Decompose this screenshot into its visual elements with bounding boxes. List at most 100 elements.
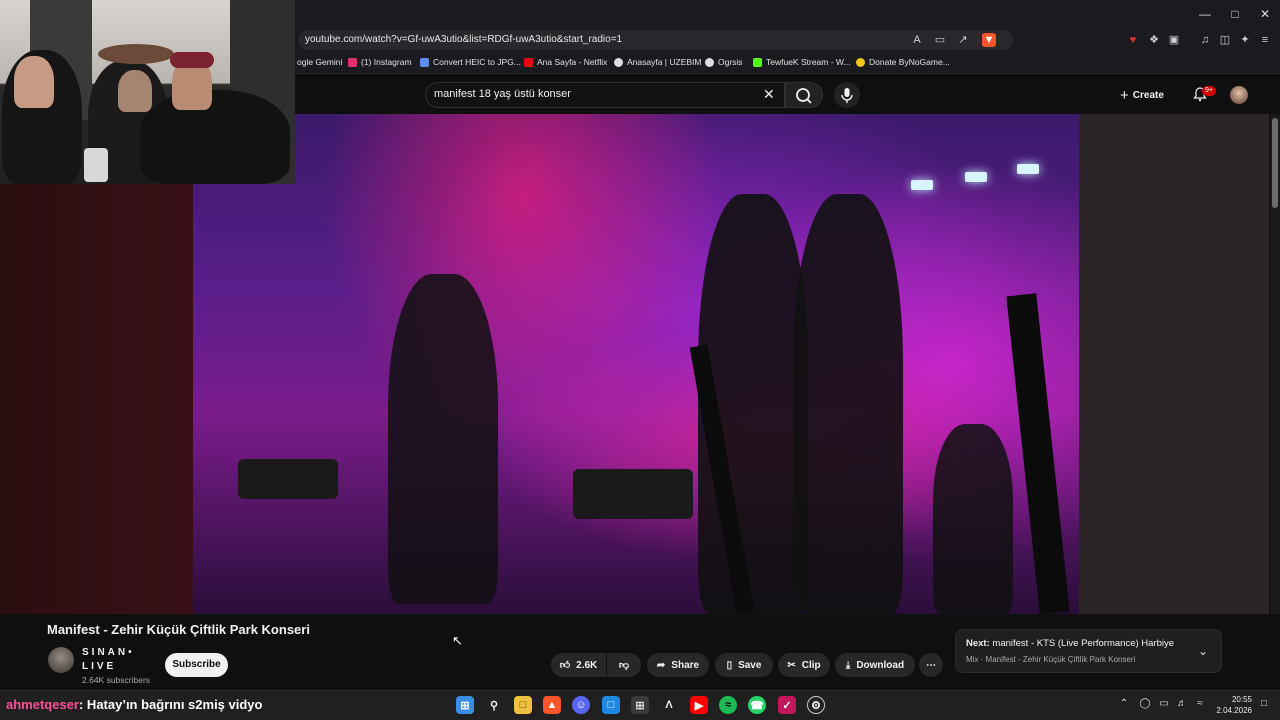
screenshot-icon[interactable]: ▣ xyxy=(1167,33,1181,47)
channel-name[interactable]: SINAN• LIVE xyxy=(82,646,142,674)
bookmark-item[interactable]: TewfueK Stream - W... xyxy=(753,57,851,67)
like-count: 2.6K xyxy=(576,659,598,671)
search-query[interactable]: manifest 18 yaş üstü konser xyxy=(434,88,571,100)
up-next-card[interactable] xyxy=(955,629,1222,673)
share-button[interactable]: ➦ Share xyxy=(647,653,709,677)
cast-icon[interactable]: ▭ xyxy=(933,33,947,47)
mug xyxy=(84,148,108,182)
bookmark-item[interactable]: Anasayfa | UZEBIM xyxy=(614,57,701,67)
kick-icon xyxy=(753,57,762,67)
chat-username: ahmetqeser xyxy=(6,697,79,712)
clear-search-icon[interactable]: ✕ xyxy=(763,86,775,103)
photographer-figure xyxy=(933,424,1013,614)
calculator-icon[interactable]: ⊞ xyxy=(631,696,649,714)
dislike-button[interactable]: 👎︎ xyxy=(607,653,641,677)
brave-browser-icon[interactable]: ▲ xyxy=(543,696,561,714)
thumbs-down-icon: 👎︎ xyxy=(618,660,630,671)
windows-start-icon[interactable]: ⊞ xyxy=(456,696,474,714)
video-backdrop-left xyxy=(0,184,193,614)
close-icon[interactable]: ✕ xyxy=(1250,4,1280,24)
ogrsis-icon xyxy=(705,57,714,67)
system-clock[interactable]: 20:55 2.04.2026 xyxy=(1212,694,1252,716)
stage-structure xyxy=(1006,293,1070,614)
up-next-prefix: Next: xyxy=(966,638,990,649)
ai-icon[interactable]: ✦ xyxy=(1238,33,1252,47)
cap xyxy=(170,52,214,68)
clock-date: 2.04.2026 xyxy=(1216,706,1252,715)
bookmark-item[interactable]: Ogrsis xyxy=(705,57,743,67)
webcam-face xyxy=(14,56,54,108)
app-icon[interactable]: ✓ xyxy=(778,696,796,714)
thumbs-up-icon: 👍︎ xyxy=(559,660,571,671)
webcam-person xyxy=(140,90,290,184)
clip-button[interactable]: ✂︎ Clip xyxy=(778,653,830,677)
youtube-icon[interactable]: ▶ xyxy=(690,696,708,714)
up-next-title[interactable]: Next: manifest - KTS (Live Performance) … xyxy=(966,638,1174,649)
brave-shield-icon[interactable]: ▼ xyxy=(982,33,996,47)
voice-search-button[interactable] xyxy=(834,82,860,108)
share-label: Share xyxy=(671,659,700,671)
like-button[interactable]: 👍︎ 2.6K xyxy=(551,653,606,677)
video-backdrop-right xyxy=(1079,114,1269,614)
whatsapp-icon[interactable]: ☎ xyxy=(748,696,766,714)
url-text[interactable]: youtube.com/watch?v=Gf-uwA3utio&list=RDG… xyxy=(305,34,622,45)
app-icon[interactable]: Λ xyxy=(660,696,678,714)
bookmark-item[interactable]: (1) Instagram xyxy=(348,57,412,67)
scissors-icon: ✂︎ xyxy=(787,659,796,671)
uzebim-icon xyxy=(614,57,623,67)
music-icon[interactable]: ♫ xyxy=(1198,33,1212,47)
taskbar-search-icon[interactable]: ⚲ xyxy=(485,696,503,714)
share-page-icon[interactable]: ↗ xyxy=(956,33,970,47)
microphone-icon[interactable]: ◯ xyxy=(1139,698,1151,710)
stage-light xyxy=(965,172,987,182)
chevron-down-icon[interactable]: ⌄ xyxy=(1198,644,1208,658)
bookmark-item[interactable]: Ana Sayfa - Netflix xyxy=(524,57,607,67)
scrollbar-thumb[interactable] xyxy=(1272,118,1278,208)
display-icon[interactable]: ▭ xyxy=(1158,698,1170,710)
file-explorer-icon[interactable]: □ xyxy=(514,696,532,714)
cowboy-hat xyxy=(98,44,174,64)
steam-icon[interactable]: ⚙ xyxy=(807,696,825,714)
download-button[interactable]: ⤓ Download xyxy=(835,653,915,677)
save-label: Save xyxy=(738,659,762,671)
bookmark-item[interactable]: ogle Gemini xyxy=(297,57,342,67)
channel-avatar[interactable] xyxy=(48,647,74,673)
subscriber-count: 2.64K subscribers xyxy=(82,675,151,685)
save-button[interactable]: ▯ Save xyxy=(715,653,773,677)
extension-icon[interactable]: ♥ xyxy=(1126,33,1140,47)
bookmark-icon: ▯ xyxy=(726,659,733,671)
download-label: Download xyxy=(856,659,905,671)
clip-label: Clip xyxy=(801,659,821,671)
instagram-icon xyxy=(348,57,357,67)
network-icon[interactable]: ≈ xyxy=(1194,698,1206,710)
bookmark-item[interactable]: Convert HEIC to JPG... xyxy=(420,57,521,67)
app-icon[interactable]: □ xyxy=(602,696,620,714)
puzzle-icon[interactable]: ❖ xyxy=(1147,33,1161,47)
stage-light xyxy=(1017,164,1039,174)
streamer-webcam xyxy=(0,0,295,184)
video-player[interactable] xyxy=(193,114,1079,614)
search-button[interactable] xyxy=(785,82,823,108)
volume-icon[interactable]: ♬ xyxy=(1176,698,1188,710)
camera-rig xyxy=(573,469,693,519)
video-title: Manifest - Zehir Küçük Çiftlik Park Kons… xyxy=(47,622,310,637)
more-icon: ⋯ xyxy=(926,659,936,671)
subscribe-button[interactable]: Subscribe xyxy=(165,653,228,677)
notification-center-icon[interactable]: □ xyxy=(1258,698,1270,710)
more-actions-button[interactable]: ⋯ xyxy=(919,653,943,677)
bookmark-item[interactable]: Donate ByNoGame... xyxy=(856,57,950,67)
create-button[interactable]: + Create xyxy=(1120,84,1164,106)
account-avatar[interactable] xyxy=(1230,86,1248,104)
spotify-icon[interactable]: ≈ xyxy=(719,696,737,714)
maximize-icon[interactable]: □ xyxy=(1220,4,1250,24)
sidebar-icon[interactable]: ◫ xyxy=(1218,33,1232,47)
translate-icon[interactable]: A xyxy=(910,33,924,47)
share-icon: ➦ xyxy=(656,659,666,671)
discord-icon[interactable]: ☺ xyxy=(572,696,590,714)
menu-icon[interactable]: ≡ xyxy=(1258,33,1272,47)
clock-time: 20:55 xyxy=(1231,695,1252,704)
microphone-icon xyxy=(841,88,853,103)
download-icon: ⤓ xyxy=(845,659,851,671)
tray-chevron-icon[interactable]: ⌃ xyxy=(1118,698,1130,710)
minimize-icon[interactable]: — xyxy=(1190,4,1220,24)
